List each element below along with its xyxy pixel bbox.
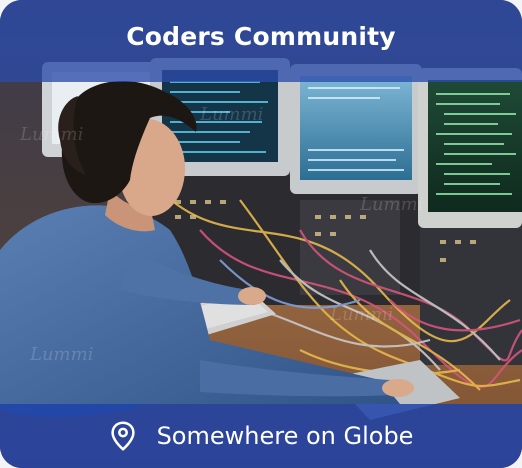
- community-card[interactable]: Lummi Lummi Lummi Lummi Lummi Coders Com…: [0, 0, 522, 468]
- svg-text:Lummi: Lummi: [359, 194, 423, 215]
- card-title: Coders Community: [126, 22, 396, 51]
- svg-text:Lummi: Lummi: [19, 124, 83, 145]
- map-pin-icon: [110, 421, 135, 451]
- svg-text:Lummi: Lummi: [329, 304, 393, 325]
- svg-text:Lummi: Lummi: [199, 104, 263, 125]
- location-row[interactable]: Somewhere on Globe: [0, 404, 522, 468]
- location-text: Somewhere on Globe: [156, 422, 414, 450]
- svg-text:Lummi: Lummi: [29, 344, 93, 365]
